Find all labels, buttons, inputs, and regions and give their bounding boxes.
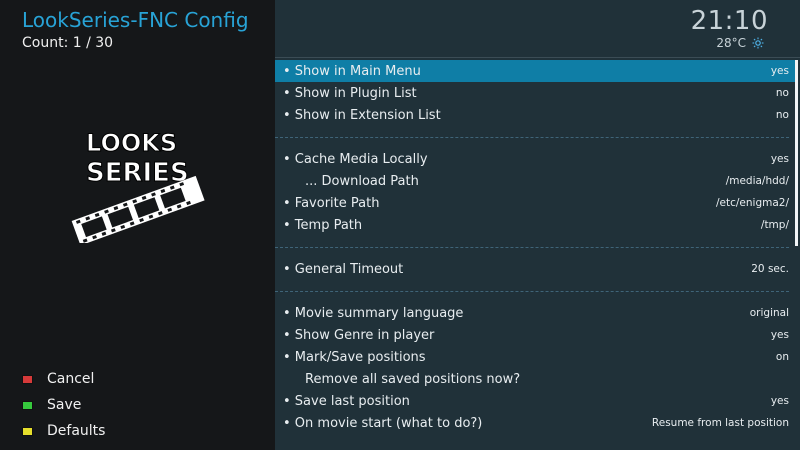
section-separator [275, 126, 795, 148]
lookseries-logo: LOOKS SERIES [71, 129, 205, 243]
setting-value: no [775, 87, 789, 99]
setting-value: no [775, 109, 789, 121]
save-label: Save [47, 397, 82, 413]
setting-label: Remove all saved positions now? [305, 371, 521, 387]
section-separator [275, 236, 795, 258]
setting-label: • Show Genre in player [283, 327, 435, 343]
setting-value: /media/hdd/ [725, 175, 789, 187]
setting-value: original [749, 307, 789, 319]
clock: 21:10 [690, 6, 768, 36]
cancel-label: Cancel [47, 371, 95, 387]
item-count: Count: 1 / 30 [22, 35, 114, 51]
setting-row[interactable]: • Save last position yes [275, 390, 795, 412]
setting-label: • Movie summary language [283, 305, 464, 321]
yellow-key-icon [22, 426, 33, 436]
setting-row[interactable]: ... Download Path/media/hdd/ [275, 170, 795, 192]
setting-row[interactable]: • Favorite Path/etc/enigma2/ [275, 192, 795, 214]
setting-label: • On movie start (what to do?) [283, 415, 483, 431]
setting-label: • Mark/Save positions [283, 349, 426, 365]
scrollbar[interactable] [795, 60, 798, 246]
cancel-button[interactable]: Cancel [22, 366, 105, 392]
header-divider [275, 57, 800, 58]
setting-label: • General Timeout [283, 261, 404, 277]
setting-row[interactable]: • Mark/Save positions on [275, 346, 795, 368]
setting-row[interactable]: Remove all saved positions now? [275, 368, 795, 390]
setting-value: Resume from last position [651, 417, 789, 429]
logo-text-line2: SERIES [86, 158, 189, 188]
setting-value: /tmp/ [760, 219, 789, 231]
setting-value: /etc/enigma2/ [715, 197, 789, 209]
defaults-button[interactable]: Defaults [22, 418, 105, 444]
settings-list: • Show in Main Menu yes • Show in Plugin L… [275, 60, 795, 434]
temperature: 28°C [716, 36, 746, 50]
setting-row[interactable]: • General Timeout 20 sec. [275, 258, 795, 280]
defaults-label: Defaults [47, 423, 106, 439]
setting-label: • Show in Extension List [283, 107, 441, 123]
green-key-icon [22, 400, 33, 410]
settings-panel: 21:10 28°C • Show in Main Menu yes • Show … [275, 0, 800, 450]
setting-label: • Cache Media Locally [283, 151, 428, 167]
save-button[interactable]: Save [22, 392, 105, 418]
setting-value: yes [770, 153, 789, 165]
setting-label: • Save last position [283, 393, 410, 409]
window-title: LookSeries-FNC Config [22, 8, 249, 32]
setting-value: yes [770, 65, 789, 77]
color-key-legend: Cancel Save Defaults [22, 366, 105, 444]
setting-row[interactable]: • Cache Media Locally yes [275, 148, 795, 170]
weather-widget: 28°C [716, 36, 764, 50]
setting-label: ... Download Path [305, 173, 419, 189]
section-separator [275, 280, 795, 302]
setting-row[interactable]: • Temp Path/tmp/ [275, 214, 795, 236]
setting-row[interactable]: • Show in Extension List no [275, 104, 795, 126]
setting-value: 20 sec. [751, 263, 789, 275]
sun-icon [752, 37, 764, 49]
setting-row[interactable]: • On movie start (what to do?) Resume fro… [275, 412, 795, 434]
red-key-icon [22, 374, 33, 384]
setting-row[interactable]: • Movie summary language original [275, 302, 795, 324]
setting-label: • Favorite Path [283, 195, 380, 211]
setting-label: • Temp Path [283, 217, 363, 233]
setting-row[interactable]: • Show Genre in player yes [275, 324, 795, 346]
setting-label: • Show in Plugin List [283, 85, 417, 101]
setting-row[interactable]: • Show in Main Menu yes [275, 60, 795, 82]
left-panel: LookSeries-FNC Config Count: 1 / 30 LOOK… [0, 0, 275, 450]
setting-value: on [775, 351, 789, 363]
setting-value: yes [770, 395, 789, 407]
setting-value: yes [770, 329, 789, 341]
setting-label: • Show in Main Menu [283, 63, 421, 79]
logo-text-line1: LOOKS [86, 129, 177, 157]
setting-row[interactable]: • Show in Plugin List no [275, 82, 795, 104]
